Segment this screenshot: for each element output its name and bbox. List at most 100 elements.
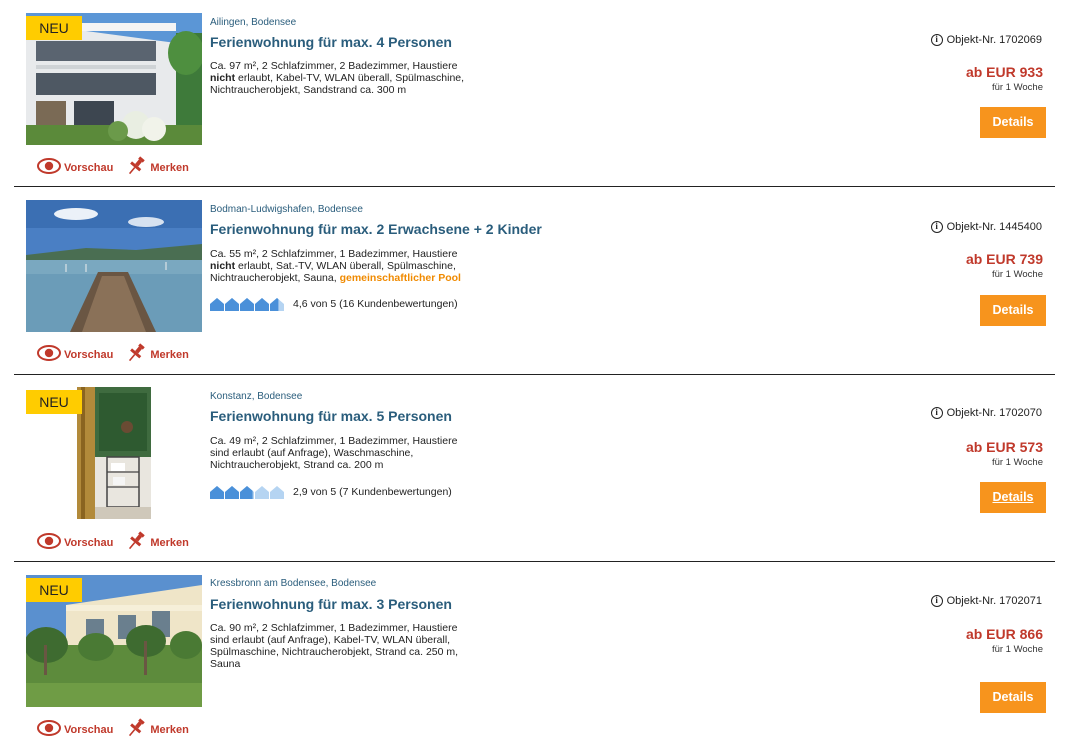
details-button[interactable]: Details [980,682,1046,713]
listing-location: Konstanz, Bodensee [210,391,303,402]
rating-houses [210,485,284,499]
desc-bold: nicht [210,260,236,272]
price-period: für 1 Woche [991,457,1043,468]
object-number-label: Objekt-Nr. 1702071 [946,595,1042,607]
info-icon[interactable]: i [930,221,943,233]
listing-description: Ca. 90 m², 2 Schlafzimmer, 1 Badezimmer,… [210,622,500,670]
object-number-label: Objekt-Nr. 1702069 [946,34,1042,46]
listing-location: Kressbronn am Bodensee, Bodensee [210,578,377,589]
listing-results: NEU Ailingen, Bodensee Ferienwohnung für… [0,0,1069,744]
desc-line: Ca. 49 m², 2 Schlafzimmer, 1 Badezimmer,… [210,435,458,447]
object-number-label: Objekt-Nr. 1445400 [946,221,1042,233]
object-number: i Objekt-Nr. 1702071 [930,595,1042,607]
desc-highlight: gemeinschaftlicher Pool [339,272,461,284]
object-number-label: Objekt-Nr. 1702070 [946,407,1042,419]
preview-label: Vorschau [64,536,114,549]
pin-icon [125,156,150,179]
rating-house-icon [225,485,239,499]
preview-button[interactable]: Vorschau [37,344,113,365]
new-badge: NEU [26,16,82,40]
listing-price: ab EUR 739 [965,251,1043,267]
remember-label: Merken [150,161,189,174]
listing-title[interactable]: Ferienwohnung für max. 2 Erwachsene + 2 … [210,221,542,237]
eye-icon [37,344,64,365]
listing-price: ab EUR 866 [965,626,1043,642]
info-icon[interactable]: i [930,595,943,607]
pin-icon [125,531,150,554]
listing-price: ab EUR 573 [965,439,1043,455]
desc-text: Nichtraucherobjekt, Sauna, [210,272,340,284]
remember-button[interactable]: Merken [125,156,189,179]
eye-icon [37,532,64,553]
eye-icon [37,157,64,178]
rating-house-icon [240,297,254,311]
listing-location: Bodman-Ludwigshafen, Bodensee [210,204,363,215]
rating-text[interactable]: 4,6 von 5 (16 Kundenbewertungen) [293,298,458,310]
preview-button[interactable]: Vorschau [37,532,113,553]
desc-line: sind erlaubt (auf Anfrage), Waschmaschin… [210,447,414,459]
listing-title[interactable]: Ferienwohnung für max. 3 Personen [210,596,452,612]
preview-button[interactable]: Vorschau [37,719,113,740]
listing-photo[interactable] [77,387,151,519]
remember-button[interactable]: Merken [125,718,189,741]
preview-label: Vorschau [64,161,114,174]
remember-button[interactable]: Merken [125,531,189,554]
price-period: für 1 Woche [991,269,1043,280]
desc-line: Ca. 55 m², 2 Schlafzimmer, 1 Badezimmer,… [210,248,458,260]
listing-card: NEU Ailingen, Bodensee Ferienwohnung für… [0,0,1069,187]
desc-line: Sauna [210,658,241,670]
listing-actions: Vorschau Merken [37,156,189,179]
listing-title[interactable]: Ferienwohnung für max. 5 Personen [210,408,452,424]
remember-label: Merken [150,536,189,549]
desc-line: Spülmaschine, Nichtraucherobjekt, Strand… [210,646,459,658]
rating-houses [210,297,284,311]
price-period: für 1 Woche [991,644,1043,655]
listing-actions: Vorschau Merken [37,343,189,366]
preview-label: Vorschau [64,723,114,736]
listing-card: NEU Konstanz, Bodensee Ferienwohnung für… [0,375,1069,562]
info-icon[interactable]: i [930,407,943,419]
desc-text: erlaubt, Sat.-TV, WLAN überall, Spülmasc… [235,260,456,272]
listing-card: Bodman-Ludwigshafen, Bodensee Ferienwohn… [0,187,1069,375]
listing-photo[interactable] [26,200,202,332]
rating-house-icon [210,485,224,499]
rating-house-icon [225,297,239,311]
rating-text[interactable]: 2,9 von 5 (7 Kundenbewertungen) [293,486,452,498]
info-icon[interactable]: i [930,34,943,46]
listing-actions: Vorschau Merken [37,531,189,554]
desc-line: Ca. 90 m², 2 Schlafzimmer, 1 Badezimmer,… [210,622,458,634]
object-number: i Objekt-Nr. 1702070 [930,407,1042,419]
details-button[interactable]: Details [980,482,1046,513]
remember-label: Merken [150,348,189,361]
eye-icon [37,719,64,740]
rating-house-icon [270,485,284,499]
listing-title[interactable]: Ferienwohnung für max. 4 Personen [210,34,452,50]
listing-price: ab EUR 933 [965,64,1043,80]
rating-house-icon [210,297,224,311]
rating-house-icon [255,485,269,499]
object-number: i Objekt-Nr. 1702069 [930,34,1042,46]
desc-text: erlaubt, Kabel-TV, WLAN überall, Spülmas… [235,72,465,84]
object-number: i Objekt-Nr. 1445400 [930,221,1042,233]
desc-bold: nicht [210,72,236,84]
rating-house-icon [270,297,284,311]
listing-card: NEU Kressbronn am Bodensee, Bodensee Fer… [0,562,1069,744]
desc-line: Nichtraucherobjekt, Strand ca. 200 m [210,459,384,471]
rating-house-icon [240,485,254,499]
remember-button[interactable]: Merken [125,343,189,366]
desc-line: sind erlaubt (auf Anfrage), Kabel-TV, WL… [210,634,451,646]
rating: 4,6 von 5 (16 Kundenbewertungen) [210,297,458,311]
desc-line: Nichtraucherobjekt, Sandstrand ca. 300 m [210,84,407,96]
pin-icon [125,343,150,366]
desc-line: Nichtraucherobjekt, Sauna, gemeinschaftl… [210,272,500,284]
listing-location: Ailingen, Bodensee [210,17,297,28]
rating: 2,9 von 5 (7 Kundenbewertungen) [210,485,452,499]
listing-description: Ca. 55 m², 2 Schlafzimmer, 1 Badezimmer,… [210,248,500,284]
details-button[interactable]: Details [980,107,1046,138]
details-button[interactable]: Details [980,295,1046,326]
listing-description: Ca. 49 m², 2 Schlafzimmer, 1 Badezimmer,… [210,435,500,471]
new-badge: NEU [26,578,82,602]
listing-description: Ca. 97 m², 2 Schlafzimmer, 2 Badezimmer,… [210,60,500,96]
desc-line: nicht erlaubt, Sat.-TV, WLAN überall, Sp… [210,260,500,272]
preview-button[interactable]: Vorschau [37,157,113,178]
